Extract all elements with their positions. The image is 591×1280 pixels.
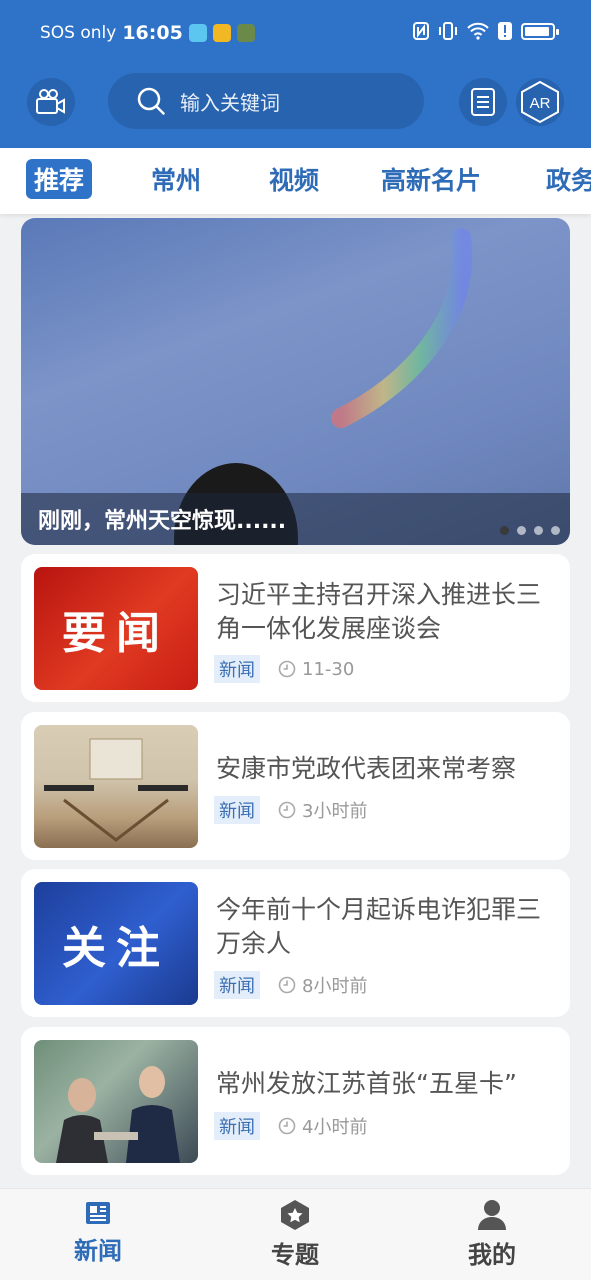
carrier-text: SOS only xyxy=(40,23,117,43)
news-tag: 新闻 xyxy=(214,971,260,999)
news-item[interactable]: 要闻 习近平主持召开深入推进长三角一体化发展座谈会 新闻 11-30 xyxy=(21,554,570,702)
carousel-dot xyxy=(500,526,509,535)
nav-profile[interactable]: 我的 xyxy=(442,1199,542,1270)
clock-icon xyxy=(278,801,296,819)
tab-government[interactable]: 政务 xyxy=(546,161,591,197)
app-notification-icon xyxy=(236,24,255,42)
news-item[interactable]: 常州发放江苏首张“五星卡” 新闻 4小时前 xyxy=(21,1027,570,1175)
news-tag: 新闻 xyxy=(214,655,260,683)
time-group: 11-30 xyxy=(278,659,354,680)
thumbnail-text: 关注 xyxy=(62,922,170,974)
tab-changzhou[interactable]: 常州 xyxy=(151,161,201,197)
news-thumbnail xyxy=(34,725,198,848)
news-thumbnail xyxy=(34,1040,198,1163)
time-group: 3小时前 xyxy=(278,797,367,823)
carousel-dot xyxy=(534,526,543,535)
news-time: 4小时前 xyxy=(302,1117,368,1138)
hero-banner[interactable]: 刚刚，常州天空惊现...... xyxy=(21,218,570,545)
ar-hexagon-icon: AR xyxy=(521,80,559,124)
news-title: 今年前十个月起诉电诈犯罪三万余人 xyxy=(216,895,542,958)
app-notification-icon xyxy=(188,24,207,42)
tab-recommend[interactable]: 推荐 xyxy=(26,159,93,199)
app-notification-icon xyxy=(212,24,231,42)
news-meta: 新闻 4小时前 xyxy=(214,1112,367,1140)
person-icon xyxy=(478,1200,506,1230)
category-tabs: 推荐 常州 视频 高新名片 政务 xyxy=(0,148,591,214)
news-time: 11-30 xyxy=(302,658,355,680)
video-camera-button[interactable] xyxy=(27,78,75,126)
news-tag: 新闻 xyxy=(214,1112,260,1140)
banner-title: 刚刚，常州天空惊现...... xyxy=(38,509,287,534)
wifi-icon xyxy=(467,22,489,40)
nav-topics-label: 专题 xyxy=(271,1241,319,1269)
nav-profile-label: 我的 xyxy=(468,1241,516,1269)
newspaper-icon xyxy=(86,1202,110,1224)
search-icon xyxy=(137,87,165,115)
bottom-navigation: 新闻 专题 我的 xyxy=(0,1188,591,1280)
news-title: 习近平主持召开深入推进长三角一体化发展座谈会 xyxy=(216,580,542,643)
ar-label: AR xyxy=(530,95,551,112)
news-thumbnail: 关注 xyxy=(34,882,198,1005)
status-right xyxy=(413,22,559,40)
alert-icon xyxy=(498,22,512,40)
service-counter-photo xyxy=(56,1066,180,1163)
clock-icon xyxy=(278,1117,296,1135)
nav-news-label: 新闻 xyxy=(74,1237,122,1265)
ar-button[interactable]: AR xyxy=(516,78,564,126)
news-time: 8小时前 xyxy=(302,976,368,997)
nfc-icon xyxy=(413,22,429,40)
nav-topics[interactable]: 专题 xyxy=(245,1199,345,1270)
tab-hi-tech-card[interactable]: 高新名片 xyxy=(381,161,481,197)
news-title: 安康市党政代表团来常考察 xyxy=(216,754,517,783)
time-group: 8小时前 xyxy=(278,972,367,998)
vibrate-icon xyxy=(439,22,457,40)
news-thumbnail: 要闻 xyxy=(34,567,198,690)
tab-video[interactable]: 视频 xyxy=(269,161,319,197)
star-badge-icon xyxy=(281,1200,309,1230)
news-item[interactable]: 安康市党政代表团来常考察 新闻 3小时前 xyxy=(21,712,570,860)
meeting-room-photo xyxy=(44,738,188,842)
news-item[interactable]: 关注 今年前十个月起诉电诈犯罪三万余人 新闻 8小时前 xyxy=(21,869,570,1017)
clock-icon xyxy=(278,660,296,678)
news-meta: 新闻 3小时前 xyxy=(214,796,367,824)
battery-icon xyxy=(521,22,559,40)
news-time: 3小时前 xyxy=(302,801,368,822)
news-title: 常州发放江苏首张“五星卡” xyxy=(216,1069,517,1098)
search-placeholder: 输入关键词 xyxy=(180,90,280,115)
carousel-dot xyxy=(551,526,560,535)
carousel-indicator xyxy=(500,526,560,535)
nav-news[interactable]: 新闻 xyxy=(48,1199,148,1266)
search-bar[interactable]: 输入关键词 xyxy=(108,73,424,129)
time-group: 4小时前 xyxy=(278,1113,367,1139)
status-left: SOS only 16:05 xyxy=(40,22,255,44)
news-meta: 新闻 8小时前 xyxy=(214,971,367,999)
video-camera-icon xyxy=(36,89,65,114)
clock-icon xyxy=(278,976,296,994)
clock: 16:05 xyxy=(122,22,183,44)
carousel-dot xyxy=(517,526,526,535)
newspaper-button[interactable] xyxy=(459,78,507,126)
newspaper-list-icon xyxy=(471,88,495,116)
thumbnail-text: 要闻 xyxy=(62,607,170,659)
status-bar: SOS only 16:05 xyxy=(0,18,591,48)
news-meta: 新闻 11-30 xyxy=(214,655,354,683)
news-tag: 新闻 xyxy=(214,796,260,824)
app-header: SOS only 16:05 输入关键词 AR xyxy=(0,0,591,148)
